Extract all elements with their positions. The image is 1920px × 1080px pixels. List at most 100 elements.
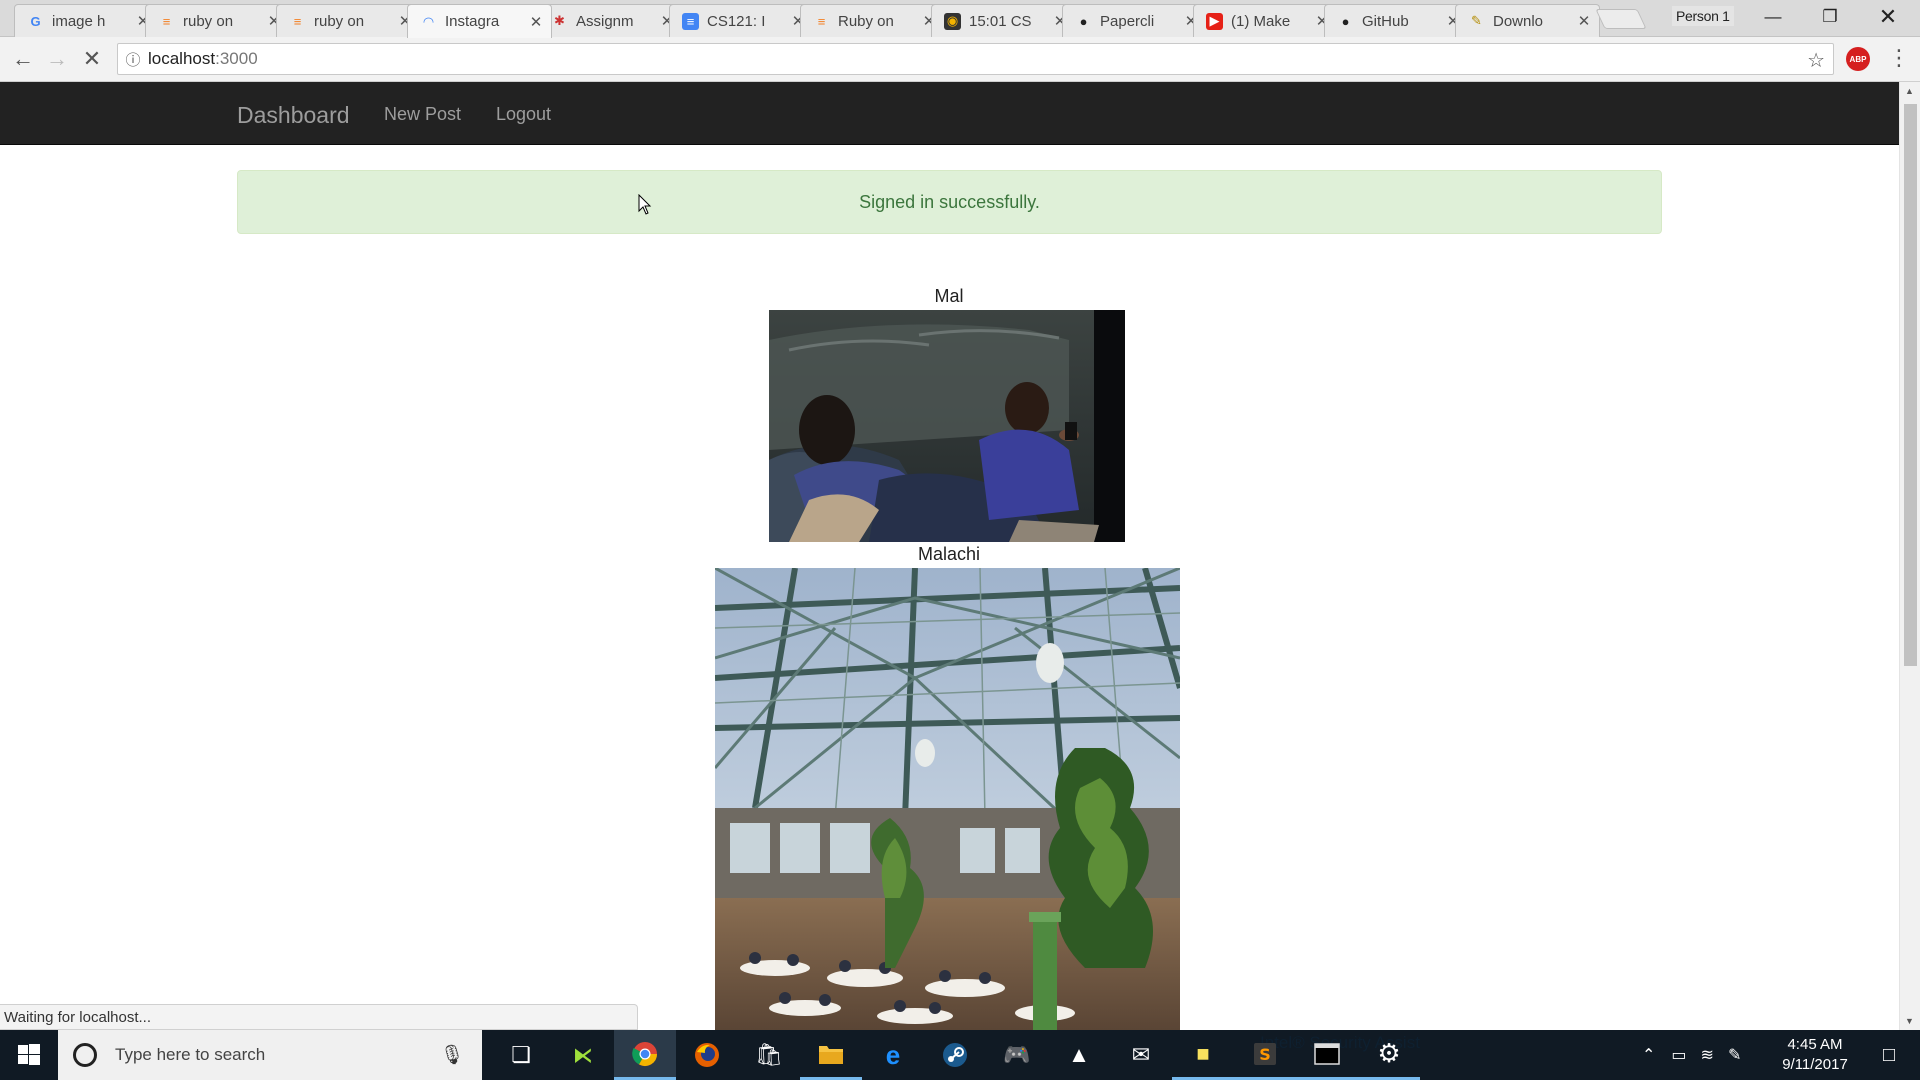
steam-taskbar-icon[interactable] [924, 1030, 986, 1080]
tab-title: image h [52, 12, 106, 30]
browser-tab[interactable]: Gimage h ✕ [14, 4, 159, 37]
youtube-icon: ▶ [1206, 12, 1223, 30]
browser-tab[interactable]: ● GitHub ✕ [1324, 4, 1469, 37]
unity-taskbar-icon[interactable]: ▲ [1048, 1030, 1110, 1080]
windows-logo-icon [18, 1044, 40, 1065]
rails-icon: ✱ [554, 13, 565, 28]
logout-link[interactable]: Logout [496, 104, 551, 125]
store-taskbar-icon[interactable]: 🛍 [738, 1030, 800, 1080]
tab-title: ruby on [183, 12, 234, 30]
mouse-cursor-icon [638, 194, 652, 215]
nvidia-app-icon[interactable]: ⧔ [552, 1030, 614, 1080]
tab-close-icon[interactable]: ✕ [1577, 12, 1591, 30]
browser-tab[interactable]: ≡ CS121: I ✕ [669, 4, 814, 37]
search-placeholder: Type here to search [115, 1045, 266, 1064]
post-photo[interactable] [715, 568, 1180, 1030]
sticky-notes-taskbar-icon[interactable]: ■ [1172, 1030, 1234, 1080]
firefox-taskbar-icon[interactable] [676, 1030, 738, 1080]
post-author: Mal [934, 286, 964, 306]
system-tray: ⌃ ▭ ≋ ✎ [1642, 1030, 1741, 1080]
back-icon[interactable]: ← [9, 45, 37, 73]
browser-tab[interactable]: ≡ ruby on ✕ [145, 4, 290, 37]
edge-taskbar-icon[interactable]: e [862, 1030, 924, 1080]
address-bar[interactable]: ⓘ localhost:3000 ☆ [117, 43, 1834, 75]
svg-text:S: S [1259, 1045, 1271, 1064]
scroll-thumb[interactable] [1904, 104, 1917, 666]
browser-toolbar: ← → ✕ ⓘ localhost:3000 ☆ ABP ⋮ [0, 37, 1920, 82]
chrome-icon [632, 1041, 657, 1066]
firefox-icon [695, 1043, 719, 1067]
github-icon: ● [1079, 13, 1088, 29]
bookmark-star-icon[interactable]: ☆ [1807, 48, 1825, 73]
tab-title: Papercli [1100, 12, 1155, 30]
tab-title: Instagra [445, 13, 500, 30]
browser-status-bar: Waiting for localhost... [0, 1004, 638, 1030]
adblock-icon[interactable]: ABP [1846, 47, 1870, 71]
file-explorer-taskbar-icon[interactable] [800, 1030, 862, 1080]
taskbar-search-box[interactable]: Type here to search 🎙 [58, 1030, 482, 1080]
gamepad-taskbar-icon[interactable]: 🎮 [986, 1030, 1048, 1080]
brand-link[interactable]: Dashboard [237, 102, 350, 129]
app-navbar: Dashboard New Post Logout [0, 82, 1899, 145]
browser-tab[interactable]: ▶ (1) Make ✕ [1193, 4, 1338, 37]
tab-close-icon[interactable]: ✕ [529, 13, 543, 31]
windows-start-button[interactable] [0, 1030, 58, 1080]
google-icon: G [30, 13, 41, 29]
terminal-taskbar-icon[interactable] [1296, 1030, 1358, 1080]
pen-icon[interactable]: ✎ [1728, 1045, 1741, 1065]
sublime-taskbar-icon[interactable]: S [1234, 1030, 1296, 1080]
microphone-icon[interactable]: 🎙 [440, 1043, 464, 1067]
sublime-text-icon: S [1254, 1042, 1276, 1065]
tab-title: Ruby on [838, 12, 894, 30]
mail-taskbar-icon[interactable]: ✉ [1110, 1030, 1172, 1080]
scroll-up-icon[interactable]: ▲ [1905, 86, 1914, 96]
wifi-icon[interactable]: ≋ [1701, 1045, 1714, 1065]
taskbar-clock[interactable]: 4:45 AM 9/11/2017 [1765, 1035, 1865, 1075]
forward-icon[interactable]: → [43, 45, 71, 73]
tab-title: GitHub [1362, 12, 1409, 30]
new-tab-button[interactable] [1595, 9, 1647, 29]
browser-tab[interactable]: ✱ Assignm ✕ [538, 4, 683, 37]
minimize-icon[interactable]: — [1745, 0, 1801, 34]
browser-menu-icon[interactable]: ⋮ [1888, 45, 1910, 71]
browser-tab[interactable]: ≡ Ruby on ✕ [800, 4, 945, 37]
tab-title: ruby on [314, 12, 365, 30]
post-photo[interactable] [769, 310, 1125, 542]
url-host: localhost [148, 49, 216, 68]
steam-icon [943, 1043, 967, 1067]
clock-date: 9/11/2017 [1782, 1056, 1848, 1073]
cortana-icon [73, 1043, 97, 1067]
browser-tab[interactable]: ● Papercli ✕ [1062, 4, 1207, 37]
console-icon [1314, 1042, 1340, 1065]
task-view-icon[interactable]: ❏ [490, 1030, 552, 1080]
post-photo-image [715, 568, 1180, 1030]
restore-icon[interactable]: ❐ [1802, 0, 1858, 34]
github-icon: ● [1341, 13, 1350, 29]
browser-tab[interactable]: ◠ Instagra ✕ [407, 4, 552, 38]
browser-tab[interactable]: ≡ ruby on ✕ [276, 4, 421, 37]
settings-taskbar-icon[interactable]: ⚙ [1358, 1030, 1420, 1080]
tab-title: Downlo [1493, 12, 1544, 30]
battery-icon[interactable]: ▭ [1671, 1045, 1686, 1065]
action-center-icon[interactable]: □ [1858, 1030, 1920, 1080]
profile-name[interactable]: Person 1 [1672, 6, 1734, 26]
chrome-taskbar-icon[interactable] [614, 1030, 676, 1080]
browser-tab[interactable]: ◉ 15:01 CS ✕ [931, 4, 1076, 37]
page-content: Dashboard New Post Logout Signed in succ… [0, 82, 1899, 1030]
close-window-icon[interactable]: ✕ [1860, 0, 1916, 34]
flash-alert: Signed in successfully. [237, 170, 1662, 234]
browser-tab[interactable]: ✎ Downlo ✕ [1455, 4, 1600, 37]
stop-loading-icon[interactable]: ✕ [78, 45, 106, 73]
new-post-link[interactable]: New Post [384, 104, 461, 125]
clock-time: 4:45 AM [1787, 1036, 1843, 1053]
url-port: :3000 [215, 49, 258, 68]
post-photo-image [769, 310, 1125, 542]
site-info-icon[interactable]: ⓘ [118, 49, 148, 70]
page-scrollbar[interactable]: ▲ ▼ [1899, 82, 1920, 1030]
post-author: Malachi [917, 544, 981, 564]
show-hidden-icons-icon[interactable]: ⌃ [1642, 1045, 1655, 1065]
scroll-down-icon[interactable]: ▼ [1905, 1016, 1914, 1026]
tab-title: (1) Make [1231, 12, 1291, 30]
stackoverflow-icon: ≡ [162, 13, 171, 29]
loading-icon: ◠ [423, 13, 434, 29]
